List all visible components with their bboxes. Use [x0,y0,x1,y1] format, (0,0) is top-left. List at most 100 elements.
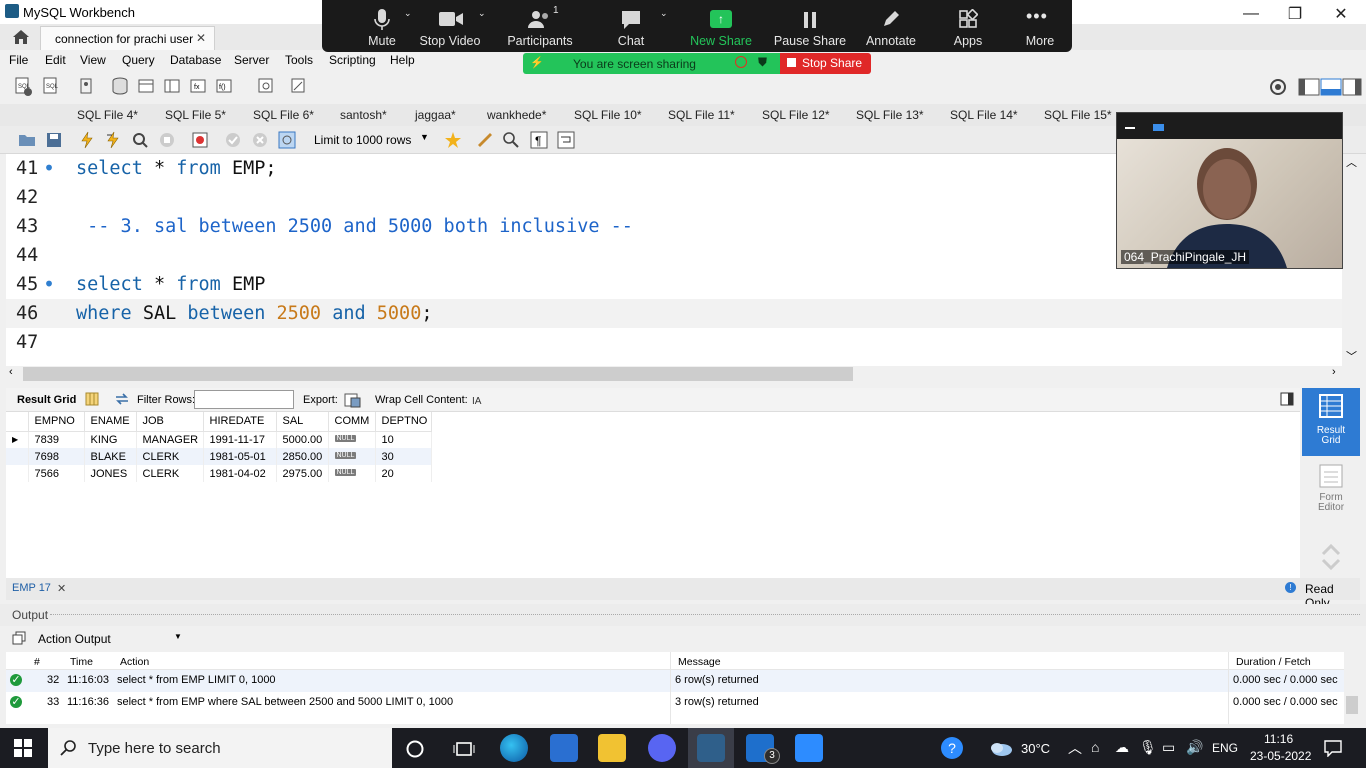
cell[interactable]: 1981-04-02 [203,465,277,482]
cell[interactable]: 2850.00 [276,448,329,465]
column-header[interactable]: ENAME [84,412,137,432]
result-tab-emp-17[interactable]: EMP 17 [12,582,51,594]
panel-layout-toggle-icon[interactable] [1298,77,1362,97]
explain-icon[interactable] [131,131,149,149]
create-view-icon[interactable] [162,76,182,96]
chevron-up-icon[interactable]: ︿ [1068,738,1082,758]
participant-video-tile[interactable]: 064_PrachiPingale_JH [1116,112,1343,269]
copy-icon[interactable] [12,631,26,645]
column-header[interactable]: HIREDATE [203,412,277,432]
open-folder-icon[interactable] [18,131,36,149]
column-header[interactable]: JOB [136,412,204,432]
output-row[interactable]: ✓ 33 11:16:36 select * from EMP where SA… [6,692,1344,714]
clock-time[interactable]: 11:16 [1264,732,1293,746]
row-selector-arrow-icon[interactable]: ▶ [6,431,29,448]
create-table-icon[interactable] [136,76,156,96]
output-mode-select[interactable]: Action Output ▼ [32,629,184,648]
mute-button[interactable]: ⌄ Mute [342,0,422,52]
minimize-video-icon[interactable] [1125,127,1135,129]
cell[interactable]: 10 [375,431,432,448]
search-table-data-icon[interactable] [256,76,276,96]
tab-wankhede[interactable]: wankhede* [487,108,546,122]
new-share-button[interactable]: ↑ New Share [684,0,758,52]
cell[interactable]: NULL [328,448,376,465]
participants-button[interactable]: 1 Participants [502,0,578,52]
language-indicator[interactable]: ENG [1212,741,1238,755]
scroll-left-icon[interactable]: ‹ [9,366,13,378]
battery-icon[interactable]: ▭ [1162,739,1175,756]
cloud-sync-icon[interactable]: ☁ [1115,739,1129,756]
output-row[interactable]: ✓ 32 11:16:03 select * from EMP LIMIT 0,… [6,670,1344,692]
output-table[interactable]: # Time Action Message Duration / Fetch ✓… [6,652,1344,724]
cell[interactable]: 7698 [28,448,85,465]
cell[interactable]: 2975.00 [276,465,329,482]
invisible-chars-icon[interactable]: ¶ [530,131,548,149]
panel-scroll-chevrons-icon[interactable] [1320,542,1342,572]
cell[interactable]: CLERK [136,465,204,482]
commit-icon[interactable] [224,131,242,149]
result-grid-view-button[interactable]: Result Grid [1302,388,1360,456]
autocommit-icon[interactable] [278,131,296,149]
menu-file[interactable]: File [9,53,28,67]
annotate-button[interactable]: Annotate [854,0,928,52]
limit-rows-select[interactable]: Limit to 1000 rows ▼ [308,130,434,150]
discord-icon[interactable] [648,734,676,762]
scroll-down-icon[interactable]: ﹀ [1346,348,1357,364]
table-row[interactable]: 7566 JONES CLERK 1981-04-02 2975.00 NULL… [6,465,432,482]
row-selector[interactable] [6,465,29,482]
close-icon[interactable]: ✕ [57,582,66,595]
filter-rows-input[interactable] [194,390,294,409]
cell[interactable]: 30 [375,448,432,465]
chevron-down-icon[interactable]: ⌄ [404,8,412,19]
tab-sql-file-14[interactable]: SQL File 14* [950,108,1018,122]
menu-edit[interactable]: Edit [45,53,66,67]
result-grid[interactable]: EMPNO ENAME JOB HIREDATE SAL COMM DEPTNO… [6,412,1300,578]
execute-current-icon[interactable] [104,131,122,149]
splitter-dots[interactable] [50,614,1360,616]
cell[interactable]: 1991-11-17 [203,431,277,448]
stop-video-button[interactable]: ⌄ Stop Video [414,0,486,52]
beautify-icon[interactable] [476,131,494,149]
find-icon[interactable] [502,131,520,149]
inspector-icon[interactable] [76,76,96,96]
windows-start-icon[interactable] [14,739,32,757]
tab-santosh[interactable]: santosh* [340,108,387,122]
output-vertical-scrollbar[interactable] [1344,652,1360,724]
zoom-taskbar-icon[interactable] [795,734,823,762]
tab-jaggaa[interactable]: jaggaa* [415,108,456,122]
microsoft-store-icon[interactable] [550,734,578,762]
stop-share-button[interactable]: Stop Share [780,53,871,74]
network-icon[interactable]: ⌂ [1091,739,1099,755]
stop-icon[interactable] [158,131,176,149]
cell[interactable]: KING [84,431,137,448]
form-editor-button[interactable]: Form Editor [1302,460,1360,520]
create-procedure-icon[interactable]: fx [188,76,208,96]
settings-icon[interactable] [1268,77,1288,97]
table-row[interactable]: ▶ 7839 KING MANAGER 1991-11-17 5000.00 N… [6,431,432,448]
add-snippet-icon[interactable] [444,131,462,149]
menu-query[interactable]: Query [122,53,155,67]
menu-tools[interactable]: Tools [285,53,313,67]
menu-view[interactable]: View [80,53,106,67]
tab-sql-file-6[interactable]: SQL File 6* [253,108,314,122]
reconnect-icon[interactable] [288,76,308,96]
cell[interactable]: 7839 [28,431,85,448]
view-mode-icon[interactable] [1153,124,1164,131]
tab-sql-file-13[interactable]: SQL File 13* [856,108,924,122]
create-schema-icon[interactable] [110,76,130,96]
cell[interactable]: 5000.00 [276,431,329,448]
scrollbar-thumb[interactable] [1346,696,1358,714]
column-header[interactable]: EMPNO [28,412,85,432]
new-sql-tab-icon[interactable]: SQL [13,76,33,96]
chevron-down-icon[interactable]: ⌄ [478,8,486,19]
table-row[interactable]: 7698 BLAKE CLERK 1981-05-01 2850.00 NULL… [6,448,432,465]
menu-help[interactable]: Help [390,53,415,67]
task-view-icon[interactable] [453,739,475,759]
connection-tab[interactable]: connection for prachi user ✕ [40,26,215,50]
cell[interactable]: NULL [328,465,376,482]
open-sql-file-icon[interactable]: SQL [41,76,61,96]
export-icon[interactable] [343,391,361,409]
file-explorer-icon[interactable] [598,734,626,762]
create-function-icon[interactable]: f() [214,76,234,96]
cell[interactable]: MANAGER [136,431,204,448]
